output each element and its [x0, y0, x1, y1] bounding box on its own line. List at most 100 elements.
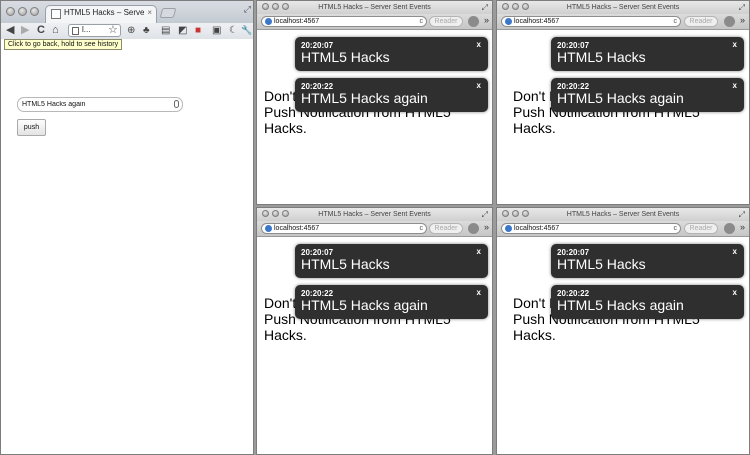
close-notification-icon[interactable]: x [733, 247, 737, 256]
reader-button[interactable]: Reader [429, 223, 463, 234]
window-title: HTML5 Hacks – Server Sent Events [566, 4, 680, 11]
fullscreen-icon[interactable]: ⤢ [482, 1, 488, 14]
new-tab-button[interactable] [159, 8, 177, 18]
address-bar[interactable]: localhost:4567 c [501, 223, 681, 234]
back-icon[interactable]: ◀ [6, 24, 14, 37]
address-bar[interactable]: localhost:4567 c [261, 223, 427, 234]
stop-icon[interactable] [468, 223, 479, 234]
notification-message: HTML5 Hacks [557, 49, 646, 65]
stop-icon[interactable] [468, 16, 479, 27]
fullscreen-icon[interactable]: ⤢ [244, 4, 251, 15]
close-window-button[interactable] [502, 3, 509, 10]
reload-icon[interactable]: c [420, 224, 424, 233]
notification-message: HTML5 Hacks again [301, 90, 428, 106]
window-controls [262, 3, 289, 10]
safari-toolbar: localhost:4567 c Reader » [497, 221, 749, 237]
safari-title-bar: HTML5 Hacks – Server Sent Events ⤢ [497, 208, 749, 221]
tab-html5-hacks[interactable]: HTML5 Hacks – Server Sent × [45, 5, 157, 23]
notification: 20:20:22 HTML5 Hacks again x [551, 285, 744, 319]
forward-icon[interactable]: ▶ [21, 24, 29, 37]
close-notification-icon[interactable]: x [477, 288, 481, 297]
fullscreen-icon[interactable]: ⤢ [482, 208, 488, 221]
reload-icon[interactable]: c [674, 17, 678, 26]
stop-icon[interactable] [724, 16, 735, 27]
window-title: HTML5 Hacks – Server Sent Events [318, 4, 431, 11]
wrench-icon[interactable]: 🔧 [241, 24, 252, 37]
tab-close-icon[interactable]: × [147, 8, 152, 17]
more-icon[interactable]: » [484, 222, 489, 232]
notification-message: HTML5 Hacks again [557, 90, 684, 106]
safari-window: HTML5 Hacks – Server Sent Events ⤢ local… [496, 0, 750, 205]
safari-window: HTML5 Hacks – Server Sent Events ⤢ local… [256, 0, 493, 205]
reload-icon[interactable]: c [420, 17, 424, 26]
close-notification-icon[interactable]: x [477, 40, 481, 49]
stop-icon[interactable] [724, 223, 735, 234]
more-icon[interactable]: » [484, 15, 489, 25]
fullscreen-icon[interactable]: ⤢ [739, 1, 745, 14]
page-content: Don't Mind Me ... Just Waiting for a Pus… [257, 237, 492, 454]
home-icon[interactable]: ⌂ [52, 24, 59, 37]
close-window-button[interactable] [262, 3, 269, 10]
zoom-window-button[interactable] [30, 7, 39, 16]
safari-window: HTML5 Hacks – Server Sent Events ⤢ local… [496, 207, 750, 455]
address-bar[interactable]: localhost:4567 c [501, 16, 681, 27]
zoom-window-button[interactable] [522, 3, 529, 10]
reload-icon[interactable]: c [674, 224, 678, 233]
notification: 20:20:22 HTML5 Hacks again x [551, 78, 744, 112]
close-notification-icon[interactable]: x [733, 288, 737, 297]
fullscreen-icon[interactable]: ⤢ [739, 208, 745, 221]
zoom-window-button[interactable] [522, 210, 529, 217]
message-input[interactable] [17, 97, 183, 112]
close-notification-icon[interactable]: x [733, 40, 737, 49]
more-icon[interactable]: » [740, 222, 745, 232]
extension-icon[interactable]: ♣ [143, 24, 150, 37]
extension-icon[interactable]: ■ [195, 24, 201, 37]
reader-button[interactable]: Reader [684, 223, 718, 234]
safari-title-bar: HTML5 Hacks – Server Sent Events ⤢ [497, 1, 749, 14]
minimize-window-button[interactable] [272, 3, 279, 10]
reader-button[interactable]: Reader [429, 16, 463, 27]
microphone-icon[interactable] [174, 100, 179, 108]
star-icon[interactable]: ☆ [108, 24, 118, 37]
back-tooltip: Click to go back, hold to see history [4, 39, 123, 50]
window-controls [502, 210, 529, 217]
minimize-window-button[interactable] [272, 210, 279, 217]
reader-button[interactable]: Reader [684, 16, 718, 27]
zoom-window-button[interactable] [282, 210, 289, 217]
page-content: Don't Mind Me ... Just Waiting for a Pus… [257, 30, 492, 204]
extension-icon[interactable]: ◩ [178, 24, 187, 37]
close-window-button[interactable] [6, 7, 15, 16]
window-controls [6, 7, 39, 16]
minimize-window-button[interactable] [512, 210, 519, 217]
zoom-window-button[interactable] [282, 3, 289, 10]
safari-toolbar: localhost:4567 c Reader » [257, 14, 492, 30]
safari-toolbar: localhost:4567 c Reader » [497, 14, 749, 30]
url-text: localhost:4567 [514, 225, 560, 232]
extension-icon[interactable]: ☾ [229, 24, 238, 37]
window-title: HTML5 Hacks – Server Sent Events [566, 211, 680, 218]
minimize-window-button[interactable] [512, 3, 519, 10]
close-notification-icon[interactable]: x [477, 81, 481, 90]
close-window-button[interactable] [262, 210, 269, 217]
extension-icon[interactable]: ⊕ [127, 24, 135, 37]
close-window-button[interactable] [502, 210, 509, 217]
minimize-window-button[interactable] [18, 7, 27, 16]
more-icon[interactable]: » [740, 15, 745, 25]
chrome-toolbar: ◀ ▶ C ⌂ l... ☆ ⊕ ♣ ▤ ◩ ■ ▣ ☾ 🔧 [1, 23, 253, 39]
address-bar[interactable]: localhost:4567 c [261, 16, 427, 27]
reload-icon[interactable]: C [37, 24, 45, 37]
globe-icon [505, 225, 512, 232]
safari-title-bar: HTML5 Hacks – Server Sent Events ⤢ [257, 1, 492, 14]
notification-message: HTML5 Hacks again [301, 297, 428, 313]
notification-message: HTML5 Hacks again [557, 297, 684, 313]
omnibox-text: l... [82, 25, 91, 34]
window-title: HTML5 Hacks – Server Sent Events [318, 211, 431, 218]
extension-icon[interactable]: ▤ [161, 24, 170, 37]
extension-icon[interactable]: ▣ [212, 24, 221, 37]
push-button[interactable]: push [17, 119, 46, 136]
tab-title: HTML5 Hacks – Server Sent [64, 8, 144, 17]
close-notification-icon[interactable]: x [733, 81, 737, 90]
safari-window: HTML5 Hacks – Server Sent Events ⤢ local… [256, 207, 493, 455]
close-notification-icon[interactable]: x [477, 247, 481, 256]
chrome-tab-bar: HTML5 Hacks – Server Sent × ⤢ [1, 1, 253, 24]
